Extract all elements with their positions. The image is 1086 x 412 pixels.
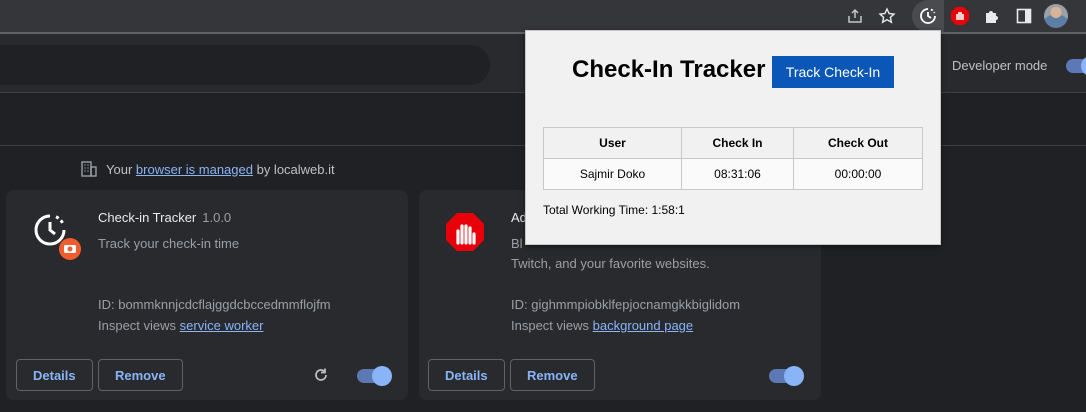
extensions-puzzle-icon[interactable]	[980, 4, 1004, 28]
bookmark-star-icon[interactable]	[875, 4, 899, 28]
managed-prefix: Your	[106, 161, 133, 177]
extension-id: ID: gighmmpiobklfepjocnamgkkbiglidom	[511, 297, 741, 312]
side-panel-icon[interactable]	[1012, 4, 1036, 28]
browser-toolbar	[0, 0, 1086, 32]
check-in-table: User Check In Check Out Sajmir Doko 08:3…	[543, 127, 923, 190]
column-header-check-in: Check In	[681, 127, 794, 159]
table-row: Sajmir Doko 08:31:06 00:00:00	[543, 158, 923, 190]
remove-button[interactable]: Remove	[510, 359, 595, 391]
check-in-tracker-app-icon	[30, 210, 88, 268]
inspect-views-label: Inspect views	[98, 318, 177, 333]
cell-user: Sajmir Doko	[543, 158, 682, 190]
extension-id: ID: bommknnjcdcflajggdcbccedmmflojfm	[98, 297, 331, 312]
cell-check-in: 08:31:06	[681, 158, 794, 190]
check-in-tracker-toolbar-icon[interactable]	[916, 4, 940, 28]
remove-button[interactable]: Remove	[98, 359, 183, 391]
total-working-time: Total Working Time: 1:58:1	[543, 203, 685, 217]
adblock-toolbar-icon[interactable]	[948, 4, 972, 28]
description-line-2: Twitch, and your favorite websites.	[511, 256, 710, 271]
developer-mode-toggle[interactable]	[1066, 56, 1086, 76]
table-header-row: User Check In Check Out	[543, 127, 923, 159]
inspect-views: Inspect views background page	[511, 318, 693, 333]
managed-suffix: by localweb.it	[256, 161, 335, 177]
extension-card-check-in-tracker: Check-in Tracker 1.0.0 Track your check-i…	[6, 190, 408, 400]
browser-managed-link[interactable]: browser is managed	[136, 162, 253, 177]
reload-icon[interactable]	[312, 366, 330, 384]
service-worker-link[interactable]: service worker	[180, 318, 264, 333]
background-page-link[interactable]: background page	[593, 318, 693, 333]
extension-title: Check-in Tracker	[98, 210, 197, 225]
share-icon[interactable]	[843, 4, 867, 28]
extension-enable-toggle[interactable]	[357, 366, 392, 386]
inspect-views-label: Inspect views	[511, 318, 590, 333]
check-in-tracker-popup: Check-In Tracker Track Check-In User Che…	[525, 30, 941, 245]
column-header-check-out: Check Out	[793, 127, 923, 159]
details-button[interactable]: Details	[16, 359, 93, 391]
column-header-user: User	[543, 127, 682, 159]
extension-version: 1.0.0	[202, 210, 232, 225]
developer-mode-label: Developer mode	[952, 58, 1048, 73]
building-icon	[81, 161, 97, 177]
toggle-knob	[1081, 56, 1086, 76]
extension-description: Track your check-in time	[98, 236, 240, 251]
inspect-views: Inspect views service worker	[98, 318, 263, 333]
track-check-in-button[interactable]: Track Check-In	[772, 56, 894, 88]
cell-check-out: 00:00:00	[793, 158, 923, 190]
toggle-knob	[372, 366, 392, 386]
adblock-app-icon	[443, 210, 501, 268]
toggle-knob	[784, 366, 804, 386]
extension-name: Check-in Tracker 1.0.0	[98, 210, 231, 225]
extension-enable-toggle[interactable]	[769, 366, 804, 386]
managed-notice: Your browser is managed by localweb.it	[80, 160, 335, 178]
search-extensions-input[interactable]	[0, 45, 490, 85]
profile-avatar[interactable]	[1044, 4, 1068, 28]
popup-title: Check-In Tracker	[572, 56, 766, 83]
details-button[interactable]: Details	[428, 359, 505, 391]
